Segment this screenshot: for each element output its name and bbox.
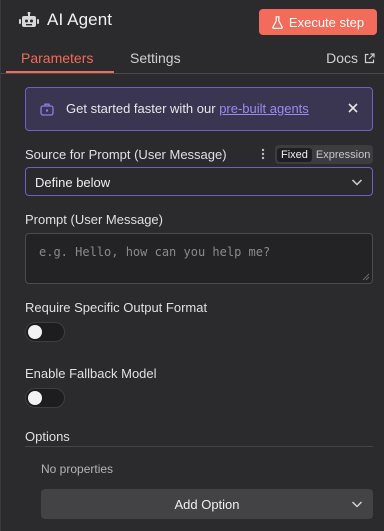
options-heading: Options <box>25 429 70 444</box>
node-title: AI Agent <box>47 10 113 29</box>
prompt-textarea[interactable]: e.g. Hello, how can you help me? <box>25 233 373 284</box>
prebuilt-agents-link[interactable]: pre-built agents <box>219 101 309 116</box>
fallback-model-label: Enable Fallback Model <box>25 366 157 381</box>
prompt-label: Prompt (User Message) <box>25 212 163 227</box>
no-properties-text: No properties <box>41 462 114 476</box>
fixed-expression-toggle: Fixed Expression <box>275 145 373 164</box>
fallback-model-switch[interactable] <box>25 388 65 408</box>
docs-label: Docs <box>326 50 358 66</box>
source-prompt-select[interactable]: Define below <box>25 167 373 196</box>
panel-header: AI Agent Execute step <box>1 0 384 42</box>
tab-bar: Parameters Settings Docs <box>1 42 384 74</box>
banner-text: Get started faster with our pre-built ag… <box>66 101 309 116</box>
mode-fixed-option[interactable]: Fixed <box>277 147 312 162</box>
source-prompt-label: Source for Prompt (User Message) <box>25 147 227 162</box>
kebab-menu-icon[interactable] <box>259 147 267 161</box>
docs-link[interactable]: Docs <box>326 50 375 66</box>
source-prompt-value: Define below <box>35 175 111 190</box>
banner-message: Get started faster with our <box>66 101 220 116</box>
output-format-label: Require Specific Output Format <box>25 300 208 315</box>
switch-knob <box>28 325 42 339</box>
output-format-switch[interactable] <box>25 322 65 342</box>
agent-box-icon <box>40 103 54 116</box>
prompt-placeholder: e.g. Hello, how can you help me? <box>39 245 271 259</box>
options-divider <box>25 446 373 447</box>
chevron-down-icon <box>351 179 363 186</box>
close-icon[interactable] <box>346 101 360 115</box>
add-option-button[interactable]: Add Option <box>41 489 373 519</box>
resize-handle-icon[interactable] <box>362 273 370 281</box>
switch-knob <box>28 391 42 405</box>
execute-step-label: Execute step <box>288 14 365 30</box>
external-link-icon <box>364 52 375 63</box>
prebuilt-agents-banner: Get started faster with our pre-built ag… <box>25 87 373 131</box>
active-tab-indicator <box>6 71 114 73</box>
add-option-label: Add Option <box>174 497 240 512</box>
chevron-down-icon <box>351 501 363 508</box>
node-parameters-panel: AI Agent Execute step Parameters Setting… <box>0 0 384 531</box>
robot-icon <box>19 12 39 27</box>
execute-step-button[interactable]: Execute step <box>259 9 377 35</box>
mode-expression-option[interactable]: Expression <box>312 148 374 162</box>
tab-settings[interactable]: Settings <box>130 50 181 66</box>
tab-parameters[interactable]: Parameters <box>21 50 93 66</box>
flask-icon <box>272 15 283 29</box>
